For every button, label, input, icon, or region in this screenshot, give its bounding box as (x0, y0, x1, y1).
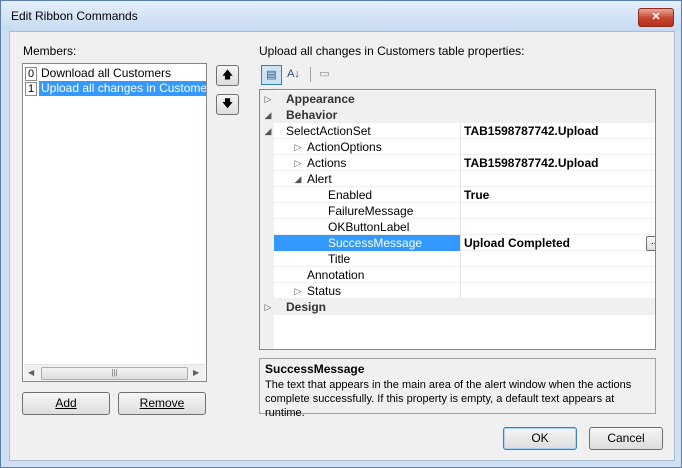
arrow-up-icon: 🡅 (221, 69, 234, 81)
property-value[interactable] (460, 219, 655, 235)
property-value[interactable]: True (460, 187, 655, 203)
expand-icon[interactable]: ▷ (292, 139, 304, 155)
property-row-selectactionset[interactable]: ◢ SelectActionSet TAB1598787742.Upload (265, 123, 655, 139)
arrow-down-icon: 🡇 (221, 98, 234, 110)
property-name: OKButtonLabel (328, 220, 410, 234)
property-name: Title (328, 252, 351, 266)
ok-button-label: OK (531, 431, 549, 445)
property-name: Status (307, 284, 342, 298)
property-pages-glyph: ▭ (319, 68, 330, 80)
property-name: Actions (307, 156, 347, 170)
property-value[interactable] (460, 251, 655, 267)
property-name: ActionOptions (307, 140, 382, 154)
cancel-button[interactable]: Cancel (589, 427, 663, 450)
scroll-thumb[interactable]: ||| (41, 367, 188, 380)
ellipsis-button[interactable]: ... (646, 236, 655, 251)
property-row-title[interactable]: Title (274, 251, 655, 267)
property-row-status[interactable]: ▷ Status (274, 283, 655, 299)
add-button-label: Add (55, 396, 77, 410)
remove-button[interactable]: Remove (118, 392, 206, 415)
member-index: 1 (25, 82, 37, 96)
close-button[interactable]: ✕ (638, 8, 674, 27)
categorized-icon[interactable]: ▤ (261, 65, 282, 85)
dialog-window: Edit Ribbon Commands ✕ Members: 0 Downlo… (0, 0, 682, 468)
members-label: Members: (23, 44, 77, 58)
add-button[interactable]: Add (22, 392, 110, 415)
description-title: SuccessMessage (265, 362, 365, 376)
member-index: 0 (25, 67, 37, 81)
category-design[interactable]: ▷ Design (265, 299, 655, 315)
property-row-failuremessage[interactable]: FailureMessage (274, 203, 655, 219)
property-value[interactable] (460, 267, 655, 283)
members-list[interactable]: 0 Download all Customers 1 Upload all ch… (22, 63, 207, 382)
property-pages-icon[interactable]: ▭ (315, 65, 334, 83)
property-name: FailureMessage (328, 204, 414, 218)
property-name: Annotation (307, 268, 365, 282)
alphabetical-glyph: A↓ (287, 68, 300, 80)
expand-icon[interactable]: ▷ (292, 283, 304, 299)
expand-icon[interactable]: ▷ (262, 91, 274, 107)
move-up-button[interactable]: 🡅 (216, 65, 239, 86)
member-item-upload[interactable]: 1 Upload all changes in Customers (24, 81, 206, 96)
ellipsis-label: ... (650, 236, 655, 247)
member-item-download[interactable]: 0 Download all Customers (24, 66, 205, 81)
remove-button-label: Remove (139, 396, 185, 410)
property-value[interactable] (460, 283, 655, 299)
expand-icon[interactable]: ▷ (262, 299, 274, 315)
category-appearance[interactable]: ▷ Appearance (265, 91, 655, 107)
property-value[interactable]: Upload Completed (460, 235, 655, 251)
category-behavior[interactable]: ◢ Behavior (265, 107, 655, 123)
description-text: The text that appears in the main area o… (265, 379, 632, 419)
property-name: Enabled (328, 188, 373, 202)
alphabetical-sort-icon[interactable]: A↓ (284, 65, 303, 83)
expand-icon[interactable]: ▷ (292, 155, 304, 171)
scroll-left-icon[interactable]: ◀ (28, 368, 34, 377)
property-grid[interactable]: ▷ Appearance ◢ Behavior ◢ SelectActionSe… (259, 89, 656, 350)
property-row-actionoptions[interactable]: ▷ ActionOptions (274, 139, 655, 155)
property-row-okbuttonlabel[interactable]: OKButtonLabel (274, 219, 655, 235)
move-down-button[interactable]: 🡇 (216, 94, 239, 115)
window-title: Edit Ribbon Commands (11, 9, 138, 23)
property-row-actions[interactable]: ▷ Actions TAB1598787742.Upload (274, 155, 655, 171)
dialog-client-area: Members: 0 Download all Customers 1 Uplo… (9, 31, 675, 461)
cancel-button-label: Cancel (607, 431, 645, 445)
property-value[interactable] (460, 139, 655, 155)
property-description-panel: SuccessMessage The text that appears in … (259, 358, 656, 419)
categorized-glyph: ▤ (266, 69, 277, 81)
property-value[interactable]: TAB1598787742.Upload (460, 155, 655, 171)
ok-button[interactable]: OK (503, 427, 577, 450)
collapse-icon[interactable]: ◢ (262, 107, 274, 123)
member-text: Download all Customers (41, 66, 172, 80)
toolbar-separator (310, 67, 311, 82)
property-name: Alert (307, 172, 332, 186)
property-grid-toolbar: ▤ A↓ ▭ (259, 64, 654, 86)
property-name: SuccessMessage (328, 236, 423, 250)
title-bar[interactable]: Edit Ribbon Commands ✕ (1, 1, 681, 31)
property-row-annotation[interactable]: Annotation (274, 267, 655, 283)
members-horizontal-scrollbar[interactable]: ◀ ||| ▶ (24, 364, 205, 381)
property-row-alert[interactable]: ◢ Alert (274, 171, 655, 187)
grip-icon: ||| (111, 368, 118, 377)
property-row-successmessage[interactable]: SuccessMessage Upload Completed (274, 235, 655, 251)
properties-label: Upload all changes in Customers table pr… (259, 44, 525, 58)
scroll-right-icon[interactable]: ▶ (193, 368, 199, 377)
collapse-icon[interactable]: ◢ (292, 171, 304, 187)
property-value[interactable] (460, 171, 655, 187)
category-name: Behavior (286, 108, 338, 122)
member-text: Upload all changes in Customers (39, 81, 206, 96)
property-row-enabled[interactable]: Enabled True (274, 187, 655, 203)
category-name: Design (286, 300, 327, 314)
close-icon: ✕ (651, 11, 661, 23)
property-value[interactable] (460, 203, 655, 219)
property-value[interactable]: TAB1598787742.Upload (460, 123, 655, 139)
category-name: Appearance (286, 92, 355, 106)
collapse-icon[interactable]: ◢ (262, 123, 274, 139)
property-name: SelectActionSet (286, 124, 371, 138)
